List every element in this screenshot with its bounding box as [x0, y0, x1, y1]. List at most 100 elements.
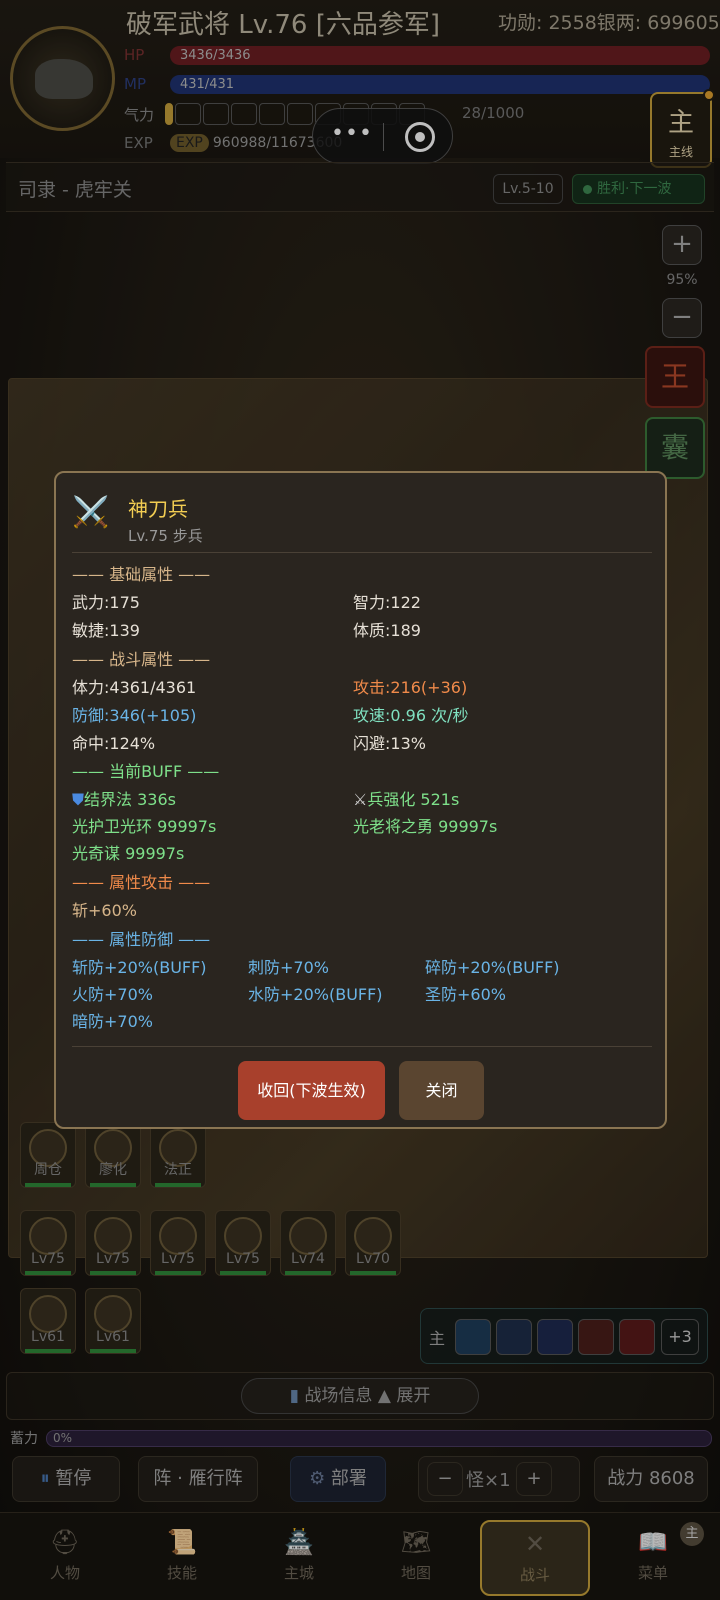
section-buff: —— 当前BUFF ——	[72, 762, 220, 781]
monster-plus-button[interactable]: +	[516, 1462, 552, 1496]
crossed-swords-icon: ✕	[524, 1530, 546, 1558]
monster-count: 怪×1	[466, 1470, 511, 1491]
unit-level: Lv61	[31, 1329, 65, 1345]
level-range-badge: Lv.5-10	[493, 174, 563, 204]
elem-def-item: 水防+20%(BUFF)	[248, 985, 383, 1004]
avatar[interactable]	[10, 26, 115, 131]
unit-hp	[155, 1271, 201, 1275]
zoom-in-button[interactable]: +	[662, 225, 702, 265]
nav-label: 技能	[166, 1564, 197, 1582]
fire-skill-icon[interactable]	[619, 1319, 655, 1355]
buff-item: 光奇谋 99997s	[72, 844, 185, 863]
player-name: 破军武将 Lv.76 [六品参军]	[126, 10, 441, 40]
unit-portrait	[29, 1295, 67, 1333]
unit-level: Lv75	[31, 1251, 65, 1267]
pause-button[interactable]: ⏸ 暂停	[12, 1456, 120, 1502]
close-target-icon[interactable]	[405, 122, 435, 152]
close-button[interactable]: 关闭	[399, 1061, 484, 1120]
pause-label: 暂停	[55, 1468, 92, 1489]
buff-text: 结界法 336s	[84, 790, 176, 809]
cross-skill-icon[interactable]	[578, 1319, 614, 1355]
unit-card[interactable]: Lv74	[280, 1210, 336, 1276]
heart-skill-icon[interactable]	[537, 1319, 573, 1355]
nav-character[interactable]: ⛑ 人物	[10, 1520, 120, 1596]
capsule-divider	[383, 123, 384, 151]
section-base: —— 基础属性 ——	[72, 565, 211, 584]
nav-label: 战斗	[519, 1566, 550, 1584]
stat-con: 体质:189	[353, 621, 421, 640]
unit-card[interactable]: Lv61	[20, 1288, 76, 1354]
stat-dodge: 闪避:13%	[353, 734, 426, 753]
scroll-icon: 📜	[167, 1528, 197, 1556]
unit-portrait	[159, 1217, 197, 1255]
nav-badge: 主	[680, 1522, 704, 1546]
unit-card[interactable]: Lv75	[150, 1210, 206, 1276]
shield-skill-icon[interactable]	[496, 1319, 532, 1355]
formation-button[interactable]: 阵 · 雁行阵	[138, 1456, 258, 1502]
zoom-level: 95%	[666, 272, 698, 288]
unit-card[interactable]: 法正	[150, 1122, 206, 1188]
next-wave-button[interactable]: 胜利·下一波	[572, 174, 705, 204]
nav-city[interactable]: 🏯 主城	[244, 1520, 354, 1596]
gear-icon: ⚙	[309, 1468, 331, 1489]
stat-def: 防御:346(+105)	[72, 706, 197, 725]
unit-card[interactable]: Lv70	[345, 1210, 401, 1276]
divider	[72, 1046, 652, 1047]
chart-icon: ▮	[289, 1386, 305, 1406]
unit-hp	[25, 1183, 71, 1187]
mp-bar: 431/431	[170, 75, 710, 94]
notification-dot	[703, 89, 715, 101]
monster-minus-button[interactable]: −	[427, 1462, 463, 1496]
qi-segment	[259, 103, 285, 125]
stat-atk: 攻击:216(+36)	[353, 678, 468, 697]
qi-segment	[287, 103, 313, 125]
power-display: 战力 8608	[594, 1456, 708, 1502]
unit-card[interactable]: Lv75	[20, 1210, 76, 1276]
energy-bar: 0%	[46, 1430, 712, 1447]
shield-icon: ⛊	[72, 790, 85, 809]
unit-card[interactable]: Lv61	[85, 1288, 141, 1354]
nav-map[interactable]: 🗺 地图	[361, 1520, 471, 1596]
more-skills-button[interactable]: +3	[661, 1319, 699, 1355]
divider	[72, 552, 652, 553]
unit-hp	[25, 1271, 71, 1275]
unit-level: Lv75	[96, 1251, 130, 1267]
unit-card[interactable]: 周仓	[20, 1122, 76, 1188]
unit-hp	[90, 1183, 136, 1187]
whirl-skill-icon[interactable]	[455, 1319, 491, 1355]
unit-hp	[25, 1349, 71, 1353]
recall-button[interactable]: 收回(下波生效)	[238, 1061, 385, 1120]
unit-portrait	[289, 1217, 327, 1255]
nav-label: 菜单	[637, 1564, 668, 1582]
deploy-label: 部署	[330, 1468, 367, 1489]
map-icon: 🗺	[400, 1528, 432, 1556]
unit-card[interactable]: Lv75	[85, 1210, 141, 1276]
unit-subtitle: Lv.75 步兵	[128, 527, 203, 545]
battle-info-toggle[interactable]: ▮ 战场信息 ▲ 展开	[241, 1378, 479, 1414]
general-figure-icon	[35, 59, 93, 99]
buff-item: ⚔兵强化 521s	[353, 786, 459, 810]
main-quest-label: 主线	[668, 145, 693, 159]
elem-def-item: 刺防+70%	[248, 958, 329, 977]
unit-portrait	[224, 1217, 262, 1255]
helmet-icon: ⛑	[49, 1528, 81, 1556]
qi-label: 气力	[124, 106, 155, 124]
unit-portrait	[94, 1217, 132, 1255]
sword-icon: ⚔	[353, 790, 368, 809]
nav-skills[interactable]: 📜 技能	[127, 1520, 237, 1596]
more-dots-icon[interactable]: •••	[331, 121, 373, 146]
deploy-button[interactable]: ⚙ 部署	[290, 1456, 386, 1502]
unit-card[interactable]: Lv75	[215, 1210, 271, 1276]
nav-battle[interactable]: ✕ 战斗	[480, 1520, 590, 1596]
unit-hp	[90, 1271, 136, 1275]
qi-segment	[165, 103, 173, 125]
unit-hp	[90, 1349, 136, 1353]
king-button[interactable]: 王	[645, 346, 705, 408]
main-quest-glyph: 主	[667, 108, 694, 138]
qi-segment	[175, 103, 201, 125]
qi-segment	[203, 103, 229, 125]
bag-button[interactable]: 囊	[645, 417, 705, 479]
unit-card[interactable]: 廖化	[85, 1122, 141, 1188]
main-quest-button[interactable]: 主 主线	[650, 89, 715, 168]
zoom-out-button[interactable]: −	[662, 298, 702, 338]
